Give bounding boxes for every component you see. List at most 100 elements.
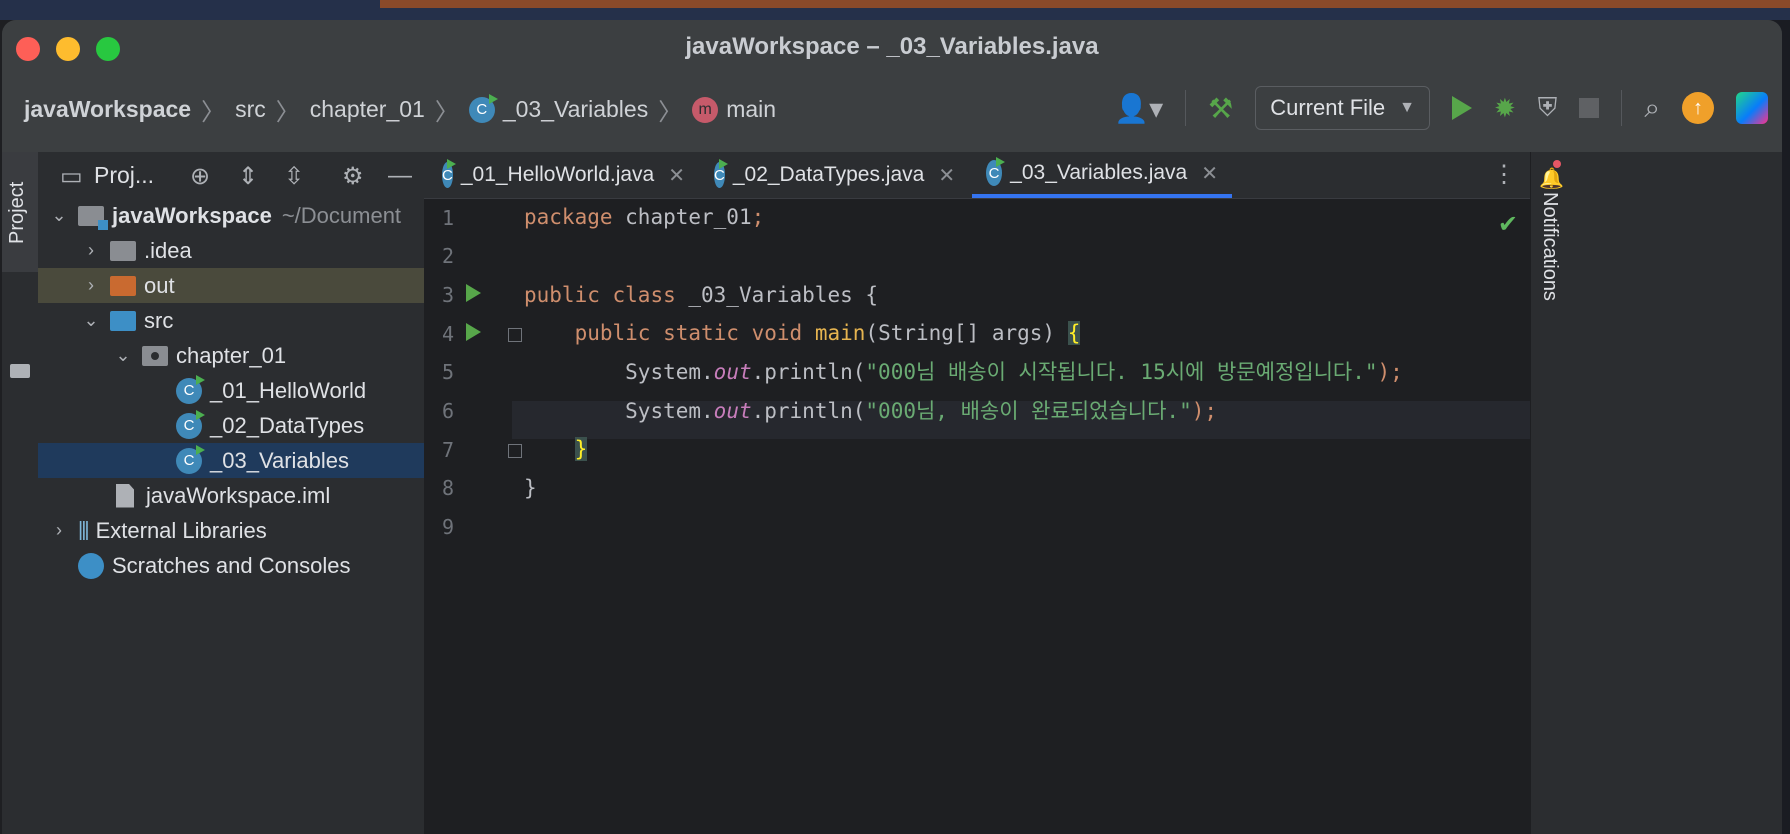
line-number: 5	[441, 360, 454, 384]
locate-icon[interactable]: ⊕	[190, 162, 210, 191]
class-icon: C	[986, 157, 1006, 186]
keyword: static	[663, 321, 739, 345]
update-icon[interactable]: ↑	[1682, 92, 1714, 124]
breadcrumb-item-package[interactable]: chapter_01	[310, 96, 425, 123]
tree-item-workspace[interactable]: ⌄ javaWorkspace ~/Document	[38, 198, 434, 233]
chevron-right-icon[interactable]: ›	[80, 275, 102, 296]
chevron-right-icon[interactable]: ›	[48, 520, 70, 541]
user-icon[interactable]: 👤▾	[1114, 92, 1163, 125]
close-icon[interactable]: ✕	[938, 163, 955, 188]
tab-helloworld[interactable]: C _01_HelloWorld.java ✕	[428, 152, 694, 198]
navigation-toolbar: javaWorkspace 〉 src 〉 chapter_01 〉 C _03…	[2, 68, 1782, 152]
breadcrumb-item-method[interactable]: m main	[692, 96, 776, 123]
build-hammer-icon[interactable]: ⚒	[1208, 92, 1233, 125]
bell-icon[interactable]: 🔔	[1539, 166, 1564, 191]
keyword: class	[612, 283, 676, 307]
matched-brace: {	[1067, 321, 1081, 345]
line-number: 4	[441, 322, 454, 346]
run-main-icon[interactable]	[466, 323, 481, 341]
stop-icon[interactable]	[1579, 98, 1600, 118]
static-field: out	[713, 399, 752, 423]
project-tool-button[interactable]: Project	[2, 152, 38, 272]
search-icon[interactable]: ⌕	[1644, 92, 1660, 125]
tree-item-label: .idea	[144, 237, 192, 263]
tab-datatypes[interactable]: C _02_DataTypes.java ✕	[700, 152, 968, 198]
title-bar: javaWorkspace – _03_Variables.java	[2, 20, 1782, 68]
breadcrumb-item-src[interactable]: src	[235, 96, 266, 123]
fold-marker-icon[interactable]	[508, 328, 522, 342]
breadcrumb-class-label: _03_Variables	[502, 96, 649, 122]
tab-label: _01_HelloWorld.java	[460, 163, 655, 186]
gear-icon[interactable]: ⚙	[342, 162, 364, 191]
chevron-down-icon[interactable]: ⌄	[112, 345, 134, 366]
notification-badge	[1553, 160, 1561, 168]
libraries-icon: |||	[78, 519, 90, 541]
tab-variables[interactable]: C _03_Variables.java ✕	[972, 152, 1232, 198]
tree-item-external-libraries[interactable]: › ||| External Libraries	[38, 513, 434, 548]
matched-brace: }	[574, 437, 588, 461]
chevron-right-icon: 〉	[275, 99, 300, 126]
keyword: public	[524, 283, 600, 307]
debug-icon[interactable]: ✹	[1494, 93, 1516, 124]
project-tool-label: Project	[6, 181, 28, 244]
chevron-down-icon[interactable]: ⌄	[80, 310, 102, 331]
close-icon[interactable]: ✕	[668, 163, 685, 188]
line-number: 6	[441, 399, 454, 423]
object-ref: System.	[625, 399, 714, 423]
tree-item-src[interactable]: ⌄ src	[38, 303, 466, 338]
hide-panel-icon[interactable]: —	[388, 162, 412, 190]
chevron-right-icon[interactable]: ›	[80, 240, 102, 261]
class-icon: C	[714, 159, 728, 188]
notifications-tool-label[interactable]: Notifications	[1538, 192, 1561, 301]
line-number: 7	[441, 438, 454, 462]
window-title: javaWorkspace – _03_Variables.java	[685, 33, 1099, 60]
tree-item-idea[interactable]: › .idea	[38, 233, 466, 268]
breadcrumb-item-project[interactable]: javaWorkspace	[24, 96, 191, 123]
collapse-all-icon[interactable]: ⇳	[284, 162, 304, 191]
tree-item-out[interactable]: › out	[38, 268, 466, 303]
folder-icon[interactable]	[10, 364, 30, 378]
line-number: 2	[441, 244, 454, 268]
jetbrains-icon[interactable]	[1736, 92, 1768, 124]
coverage-icon[interactable]: ⛨	[1538, 92, 1558, 124]
class-icon: C	[468, 93, 498, 123]
class-icon: C	[176, 374, 205, 404]
scratches-icon	[78, 552, 104, 579]
project-panel-title[interactable]: Proj...	[94, 162, 154, 189]
module-folder-icon	[78, 205, 108, 230]
code-line-7: }	[524, 430, 588, 468]
code-line-3: public class _03_Variables {	[524, 276, 878, 314]
folder-icon	[110, 240, 136, 261]
run-icon[interactable]	[1452, 96, 1472, 120]
expand-all-icon[interactable]: ⇕	[238, 162, 258, 191]
method-call: .println(	[751, 360, 866, 384]
source-folder-icon	[110, 310, 136, 331]
run-class-icon[interactable]	[466, 284, 481, 302]
more-options-icon[interactable]: ⋮	[1492, 160, 1516, 189]
code-area[interactable]: package chapter_01; public class _03_Var…	[524, 198, 1524, 834]
module-file-icon	[116, 483, 134, 508]
fold-marker-icon[interactable]	[508, 444, 522, 458]
closing-brace: }	[524, 476, 537, 500]
breadcrumb-item-class[interactable]: C _03_Variables	[468, 93, 649, 123]
tree-item-label: javaWorkspace	[112, 202, 272, 228]
close-icon[interactable]: ✕	[1201, 161, 1218, 186]
no-problems-check-icon[interactable]: ✔	[1498, 210, 1518, 239]
code-line-1: package chapter_01;	[524, 198, 764, 236]
tree-item-label: _01_HelloWorld	[210, 377, 367, 403]
toolbar-divider	[1185, 90, 1187, 126]
tree-item-scratches[interactable]: Scratches and Consoles	[38, 548, 464, 583]
tab-label: _03_Variables.java	[1010, 161, 1188, 184]
tree-item-path: ~/Document	[281, 202, 402, 228]
keyword: void	[751, 321, 803, 345]
breadcrumb-method-label: main	[726, 96, 777, 122]
keyword: public	[574, 321, 651, 345]
chevron-right-icon: 〉	[434, 99, 459, 126]
run-configuration-label: Current File	[1270, 95, 1386, 120]
tree-item-label: out	[144, 272, 175, 298]
tree-item-label: _03_Variables	[210, 447, 350, 473]
tree-item-label: src	[144, 307, 174, 333]
chevron-down-icon[interactable]: ⌄	[48, 205, 70, 226]
run-configuration-selector[interactable]: Current File ▼	[1255, 86, 1430, 130]
